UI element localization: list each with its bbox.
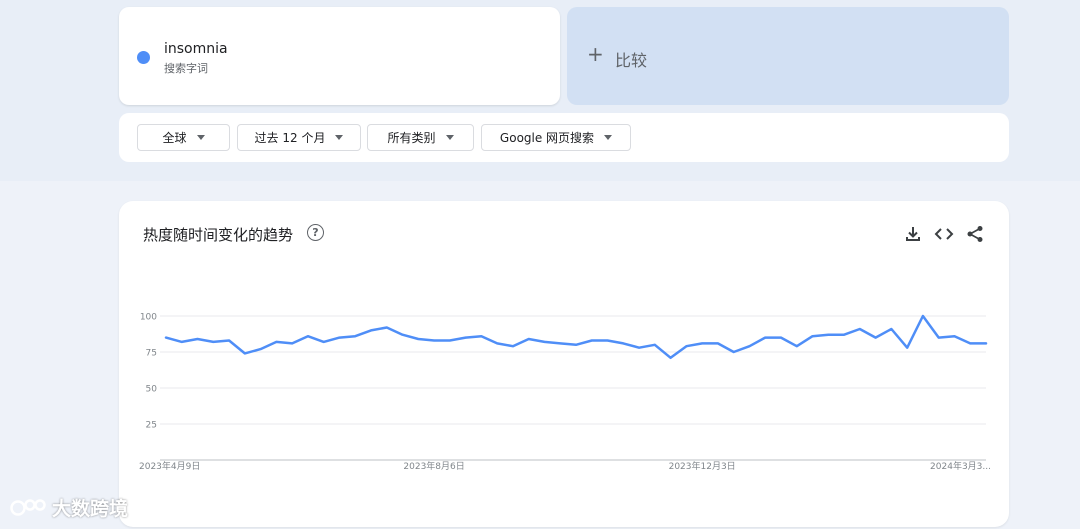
compare-button[interactable]: + 比较 [567,7,1009,105]
category-filter-label: 所有类别 [387,131,436,145]
y-tick-label-100: 100 [140,313,157,323]
interest-over-time-card: 热度随时间变化的趋势 ? 25 50 75 100 2023年4月9日 2023年8月6日… [119,201,1009,527]
y-tick-label-75: 75 [146,349,157,359]
search-term-type: 搜索字词 [164,62,208,75]
search-term-card[interactable]: insomnia 搜索字词 [119,7,560,105]
filter-bar: 全球 过去 12 个月 所有类别 Google 网页搜索 [119,113,1009,162]
time-range-filter-label: 过去 12 个月 [254,131,326,145]
search-term-name[interactable]: insomnia [164,41,228,57]
chevron-down-icon [335,135,344,140]
y-tick-label-25: 25 [146,421,157,431]
search-type-filter[interactable]: Google 网页搜索 [481,124,631,151]
time-range-filter[interactable]: 过去 12 个月 [237,124,361,151]
watermark: 大数跨境 [10,494,128,521]
trend-line-chart: 25 50 75 100 2023年4月9日 2023年8月6日 2023年12月3日 202… [139,313,991,473]
x-tick-label-1: 2023年8月6日 [403,460,464,472]
category-filter[interactable]: 所有类别 [367,124,474,151]
y-tick-label-50: 50 [146,385,158,395]
x-tick-label-2: 2023年12月3日 [669,460,736,472]
region-filter[interactable]: 全球 [137,124,230,151]
x-tick-label-3: 2024年3月3... [930,460,991,472]
x-tick-label-0: 2023年4月9日 [139,460,200,472]
search-type-filter-label: Google 网页搜索 [499,131,595,145]
chevron-down-icon [445,135,454,140]
watermark-text: 大数跨境 [52,498,129,520]
region-filter-label: 全球 [162,131,187,145]
watermark-logo-icon [10,498,46,516]
chevron-down-icon [196,135,205,140]
plus-icon: + [587,42,604,66]
series-color-dot [137,51,150,64]
compare-label: 比较 [615,51,648,70]
chevron-down-icon [604,135,613,140]
